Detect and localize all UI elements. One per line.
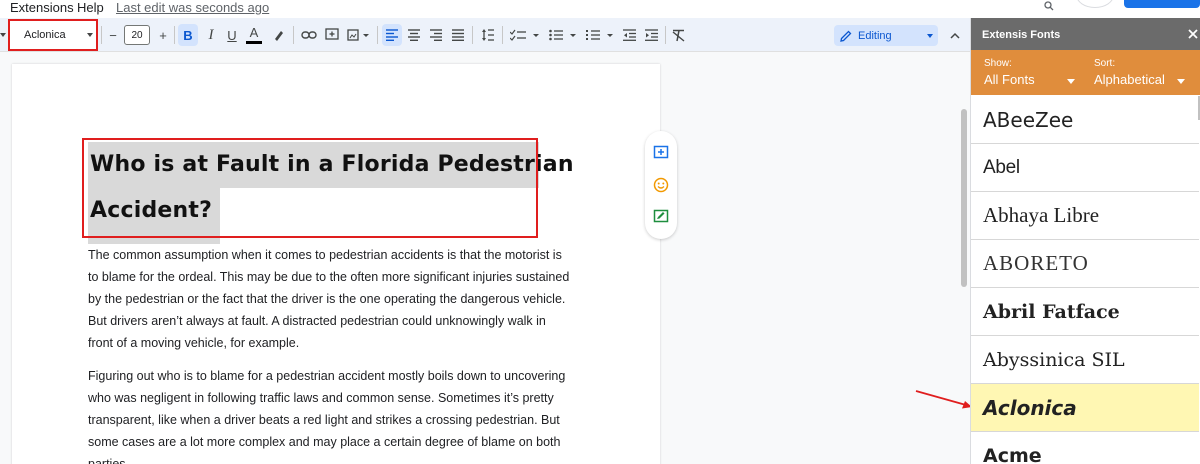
close-icon[interactable] xyxy=(1187,27,1199,39)
link-icon[interactable] xyxy=(300,24,318,46)
scrollbar[interactable] xyxy=(961,109,967,287)
suggest-edit-icon[interactable] xyxy=(653,209,669,225)
paragraph-line: who was negligent in following traffic l… xyxy=(88,391,554,405)
align-right-icon[interactable] xyxy=(427,24,445,46)
paragraph-line: front of a moving vehicle, for example. xyxy=(88,336,300,350)
paragraph-line: parties. xyxy=(88,457,129,464)
paragraph-line: to blame for the ordeal. This may be due… xyxy=(88,270,570,284)
toolbar-divider xyxy=(101,26,102,44)
show-filter-dropdown[interactable]: All Fonts xyxy=(984,72,1035,87)
comment-icon[interactable] xyxy=(323,24,341,46)
font-item-abyssinica-sil[interactable]: Abyssinica SIL xyxy=(971,336,1199,384)
chevron-down-icon xyxy=(87,33,93,37)
align-left-icon[interactable] xyxy=(382,24,402,46)
annotation-arrow xyxy=(915,390,972,409)
document-page[interactable]: Who is at Fault in a Florida Pedestrian … xyxy=(12,64,660,464)
align-center-icon[interactable] xyxy=(405,24,423,46)
toolbar-divider xyxy=(502,26,503,44)
highlight-pen-icon[interactable] xyxy=(270,24,288,46)
panel-title: Extensis Fonts xyxy=(982,29,1061,41)
panel-header: Extensis Fonts xyxy=(971,18,1200,50)
image-icon[interactable] xyxy=(345,24,373,46)
numbered-list-icon[interactable] xyxy=(585,24,619,46)
docs-app: Extensions Help Last edit was seconds ag… xyxy=(0,0,1200,464)
sort-dropdown[interactable]: Alphabetical xyxy=(1094,72,1165,87)
add-comment-icon[interactable] xyxy=(653,145,669,161)
font-item-aboreto[interactable]: ABORETO xyxy=(971,240,1199,288)
font-size-input[interactable]: 20 xyxy=(124,25,150,45)
chevron-down-icon[interactable] xyxy=(0,33,6,37)
show-label: Show: xyxy=(984,58,1012,69)
toolbar-divider xyxy=(665,26,666,44)
menu-bar: Extensions Help Last edit was seconds ag… xyxy=(0,0,1200,18)
chevron-down-icon[interactable] xyxy=(1067,79,1075,84)
toolbar-divider xyxy=(377,26,378,44)
heading-highlight-box xyxy=(82,138,538,238)
font-list: ABeeZee Abel Abhaya Libre ABORETO Abril … xyxy=(971,96,1199,464)
menu-help[interactable]: Help xyxy=(77,0,104,15)
filter-bar: Show: All Fonts Sort: Alphabetical xyxy=(971,50,1200,95)
line-spacing-icon[interactable] xyxy=(479,24,497,46)
font-item-abeezee[interactable]: ABeeZee xyxy=(971,96,1199,144)
underline-button[interactable]: U xyxy=(224,24,240,46)
chevron-down-icon xyxy=(927,34,933,38)
font-family-value: Aclonica xyxy=(24,29,66,41)
paragraph-2[interactable]: Figuring out who is to blame for a pedes… xyxy=(88,365,588,464)
menu-extensions[interactable]: Extensions xyxy=(10,0,74,15)
decrease-indent-icon[interactable] xyxy=(620,24,638,46)
chevron-down-icon[interactable] xyxy=(1177,79,1185,84)
paragraph-line: by the pedestrian or the fact that the d… xyxy=(88,292,566,306)
toolbar-divider xyxy=(472,26,473,44)
increase-font-size-button[interactable]: + xyxy=(156,24,170,46)
share-button[interactable] xyxy=(1124,0,1200,8)
italic-button[interactable]: I xyxy=(203,24,219,46)
bullet-list-icon[interactable] xyxy=(548,24,582,46)
floating-action-bar xyxy=(645,131,677,239)
font-item-aclonica[interactable]: Aclonica xyxy=(971,384,1199,432)
meet-button[interactable] xyxy=(1076,0,1114,8)
paragraph-line: But drivers aren’t always at fault. A di… xyxy=(88,314,546,328)
document-canvas[interactable]: Who is at Fault in a Florida Pedestrian … xyxy=(0,53,970,464)
toolbar-divider xyxy=(174,26,175,44)
bold-button[interactable]: B xyxy=(178,24,198,46)
editing-mode-label: Editing xyxy=(858,29,892,42)
sort-label: Sort: xyxy=(1094,58,1116,69)
last-edit-link[interactable]: Last edit was seconds ago xyxy=(116,0,269,15)
editing-mode-dropdown[interactable]: Editing xyxy=(834,25,938,46)
paragraph-line: The common assumption when it comes to p… xyxy=(88,248,562,262)
smiley-icon[interactable] xyxy=(653,177,669,193)
paragraph-line: Figuring out who is to blame for a pedes… xyxy=(88,369,566,383)
checklist-icon[interactable] xyxy=(509,24,543,46)
toolbar-divider xyxy=(293,26,294,44)
pencil-icon xyxy=(840,30,852,42)
font-family-dropdown[interactable]: Aclonica xyxy=(8,19,98,51)
font-item-abhaya-libre[interactable]: Abhaya Libre xyxy=(971,192,1199,240)
justify-icon[interactable] xyxy=(449,24,467,46)
paragraph-line: transparent, like when a driver beats a … xyxy=(88,413,560,427)
text-color-button[interactable]: A xyxy=(246,24,262,44)
extensis-fonts-panel: Extensis Fonts Show: All Fonts Sort: Alp… xyxy=(970,18,1200,464)
chevron-up-icon[interactable] xyxy=(946,24,964,46)
paragraph-line: some cases are a lot more complex and ma… xyxy=(88,435,561,449)
search-icon[interactable] xyxy=(1044,0,1054,14)
clear-format-icon[interactable] xyxy=(670,24,688,46)
increase-indent-icon[interactable] xyxy=(642,24,660,46)
font-item-acme[interactable]: Acme xyxy=(971,432,1199,464)
formatting-toolbar: Aclonica − 20 + B I U A Editing xyxy=(0,18,970,52)
paragraph-1[interactable]: The common assumption when it comes to p… xyxy=(88,244,588,354)
font-item-abel[interactable]: Abel xyxy=(971,144,1199,192)
font-item-abril-fatface[interactable]: Abril Fatface xyxy=(971,288,1199,336)
decrease-font-size-button[interactable]: − xyxy=(106,24,120,46)
